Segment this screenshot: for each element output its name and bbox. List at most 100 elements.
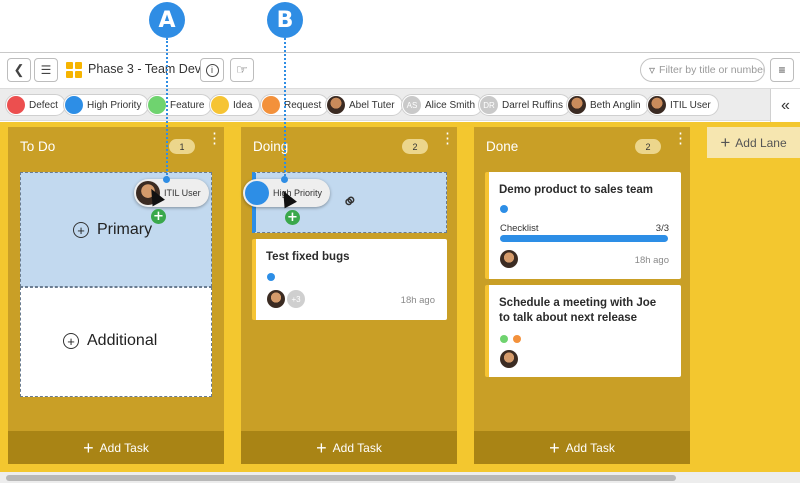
add-task-button[interactable]: + Add Task [8,431,224,464]
filter-icon: ▿ [649,63,656,77]
tag-chip-defect[interactable]: Defect [5,94,66,116]
card-title-line-2: to talk about next release [499,312,638,324]
task-card[interactable]: Demo product to sales team Checklist 3/3… [485,172,681,279]
checklist-label: Checklist [500,223,539,234]
filter-input[interactable]: ▿ Filter by title or number [640,58,765,82]
avatar [648,96,666,114]
more-assignees-badge: +3 [287,290,305,308]
add-task-label: Add Task [332,440,382,455]
checklist-count: 3/3 [655,223,669,234]
avatar [568,96,586,114]
add-plus-icon: + [285,210,300,225]
board-icon [66,62,82,78]
add-task-button[interactable]: + Add Task [474,431,690,464]
tag-label: High Priority [87,99,142,111]
tag-color-dot [7,96,25,114]
card-time: 18h ago [400,295,435,306]
user-chip-itil-user[interactable]: ITIL User [646,94,719,116]
user-label: Alice Smith [425,99,476,111]
add-lane-button[interactable]: + Add Lane [707,127,800,158]
tag-chip-idea[interactable]: Idea [209,94,261,116]
tag-dot [500,335,508,343]
tag-label: Feature [170,99,205,111]
callout-a-line [166,38,168,178]
user-label: ITIL User [670,99,711,111]
tag-dot [513,335,521,343]
add-task-label: Add Task [565,440,615,455]
tag-chip-high-priority[interactable]: High Priority [63,94,150,116]
lane-title: To Do [20,139,56,154]
info-icon: i [205,63,219,77]
drop-label-primary: + Primary [73,221,152,239]
plus-icon: + [83,437,94,458]
callout-a: A [149,2,185,38]
lane-title: Doing [253,139,289,154]
task-card[interactable]: Schedule a meeting with Joe to talk abou… [485,285,681,377]
add-task-button[interactable]: + Add Task [241,431,457,464]
avatar [500,250,518,268]
toolbar: ❮ ☰ Phase 3 - Team Dev i ☞ ▿ Filter by t… [0,53,800,87]
list-view-button[interactable]: ☰ [34,58,58,82]
tag-bar: Defect High Priority Feature Idea Reques… [0,88,800,122]
user-chip-alice-smith[interactable]: AS Alice Smith [401,94,484,116]
checklist-progress-bar [500,235,668,242]
card-title: Demo product to sales team [499,184,654,196]
horizontal-scrollbar[interactable] [0,472,800,483]
info-button[interactable]: i [200,58,224,82]
tag-chip-feature[interactable]: Feature [146,94,213,116]
plus-icon: + [720,132,731,152]
plus-icon: + [549,437,560,458]
drop-zone-additional[interactable]: + Additional [20,287,212,397]
hand-tag-icon: ☞ [236,62,248,77]
tag-color-dot [148,96,166,114]
tag-color-dot [211,96,229,114]
dragged-chip-label: ITIL User [164,188,201,198]
tag-color-dot [245,181,269,205]
lane-to-do: To Do 1 ⋮ + Primary + Additional ITIL Us… [8,127,224,464]
lane-menu-button[interactable]: ⋮ [207,131,222,146]
user-chip-abel-tuter[interactable]: Abel Tuter [325,94,403,116]
tag-color-dot [262,96,280,114]
user-label: Beth Anglin [590,99,641,111]
lane-count-badge: 1 [169,139,195,154]
lane-title: Done [486,139,519,154]
callout-b: B [267,2,303,38]
back-button[interactable]: ❮ [7,58,31,82]
user-chip-darrel-ruffins[interactable]: DR Darrel Ruffins [478,94,571,116]
lane-menu-button[interactable]: ⋮ [673,131,688,146]
lane-menu-button[interactable]: ⋮ [440,131,455,146]
tag-icon: ⚭ [337,188,365,216]
avatar [327,96,345,114]
tag-color-dot [65,96,83,114]
double-chevron-left-icon: « [781,96,790,114]
callout-b-dot [281,176,288,183]
board-area: To Do 1 ⋮ + Primary + Additional ITIL Us… [0,122,800,472]
callout-a-dot [163,176,170,183]
add-circle-icon: + [63,333,79,349]
tag-label: Request [284,99,322,111]
board-settings-button[interactable]: ≡ [770,58,794,82]
user-chip-beth-anglin[interactable]: Beth Anglin [566,94,649,116]
board-app: ❮ ☰ Phase 3 - Team Dev i ☞ ▿ Filter by t… [0,52,800,483]
scrollbar-thumb[interactable] [6,475,676,481]
task-card[interactable]: Test fixed bugs +3 18h ago [252,239,447,320]
card-time: 18h ago [634,255,669,266]
drop-label-additional: + Additional [63,332,157,350]
user-label: Darrel Ruffins [502,99,563,111]
drag-tag-button[interactable]: ☞ [230,58,254,82]
list-icon: ☰ [40,63,52,77]
board-title: Phase 3 - Team Dev [88,62,202,76]
collapse-tags-button[interactable]: « [770,89,800,122]
lane-count-badge: 2 [635,139,661,154]
card-title-line-1: Schedule a meeting with Joe [499,297,657,309]
tag-dot [267,273,275,281]
add-circle-icon: + [73,222,89,238]
drop-additional-text: Additional [87,332,158,349]
tag-label: Idea [233,99,253,111]
tag-label: Defect [29,99,58,111]
add-plus-icon: + [151,209,166,224]
tag-chip-request[interactable]: Request [260,94,330,116]
add-lane-label: Add Lane [735,135,787,150]
avatar-initials: DR [480,96,498,114]
card-title: Test fixed bugs [266,251,350,263]
